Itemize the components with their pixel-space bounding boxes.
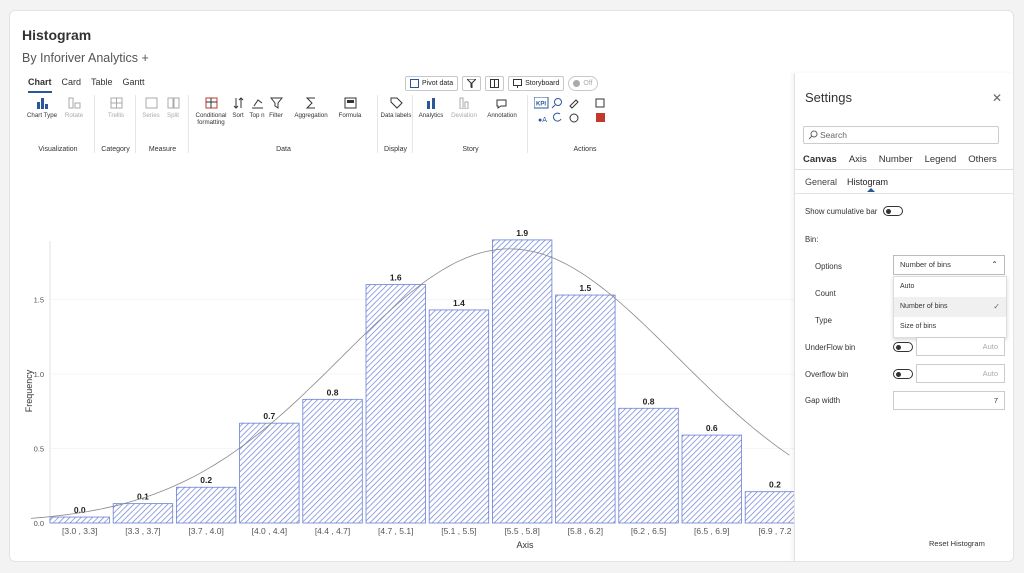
tab-others[interactable]: Others bbox=[968, 154, 997, 165]
y-tick-label: 1.0 bbox=[34, 370, 44, 379]
show-cumulative-toggle[interactable] bbox=[883, 206, 903, 216]
underflow-input[interactable]: Auto bbox=[916, 337, 1005, 356]
bar-data-label: 1.5 bbox=[579, 283, 591, 293]
x-tick-label: [4.7 , 5.1] bbox=[378, 526, 413, 536]
x-tick-label: [5.5 , 5.8] bbox=[504, 526, 539, 536]
settings-panel: Settings ✕ Search Canvas Axis Number Leg… bbox=[794, 73, 1013, 561]
histogram-bar[interactable] bbox=[49, 516, 110, 524]
options-label: Options bbox=[815, 262, 842, 271]
bar-data-label: 0.7 bbox=[263, 411, 275, 421]
tab-legend[interactable]: Legend bbox=[925, 154, 957, 165]
tab-axis[interactable]: Axis bbox=[849, 154, 867, 165]
divider bbox=[795, 193, 1013, 194]
bar-data-label: 1.4 bbox=[453, 298, 465, 308]
settings-tabs: Canvas Axis Number Legend Others bbox=[803, 154, 997, 165]
histogram-bar[interactable] bbox=[618, 407, 679, 524]
histogram-chart: 0.00.10.20.70.81.61.41.91.50.80.60.2 [3.… bbox=[24, 228, 794, 550]
overflow-input[interactable]: Auto bbox=[916, 364, 1005, 383]
histogram-bar[interactable] bbox=[428, 309, 490, 524]
x-tick-label: [6.2 , 6.5] bbox=[631, 526, 666, 536]
histogram-bar[interactable] bbox=[681, 434, 742, 524]
settings-title: Settings bbox=[805, 90, 852, 105]
underflow-toggle[interactable] bbox=[893, 342, 913, 352]
subtab-histogram[interactable]: Histogram bbox=[847, 177, 888, 187]
tab-number[interactable]: Number bbox=[879, 154, 913, 165]
bin-options-dropdown: Auto Number of bins ✓ Size of bins bbox=[893, 276, 1007, 338]
tab-canvas[interactable]: Canvas bbox=[803, 154, 837, 165]
reset-histogram-button[interactable]: Reset Histogram bbox=[929, 539, 985, 548]
x-tick-label: [5.1 , 5.5] bbox=[441, 526, 476, 536]
bar-data-label: 0.2 bbox=[200, 475, 212, 485]
type-label: Type bbox=[815, 316, 832, 325]
underflow-label: UnderFlow bin bbox=[805, 343, 856, 352]
histogram-bar[interactable] bbox=[302, 398, 363, 524]
bar-data-label: 0.8 bbox=[643, 396, 655, 406]
overflow-toggle[interactable] bbox=[893, 369, 913, 379]
bin-options-select[interactable]: Number of bins ⌃ bbox=[893, 255, 1005, 275]
x-tick-label: [3.0 , 3.3] bbox=[62, 526, 97, 536]
histogram-card: Histogram By Inforiver Analytics + Chart… bbox=[9, 10, 1014, 562]
histogram-bar[interactable] bbox=[491, 239, 553, 524]
histogram-bar[interactable] bbox=[175, 486, 237, 524]
divider bbox=[795, 169, 1013, 170]
close-icon[interactable]: ✕ bbox=[992, 91, 1002, 105]
histogram-bar[interactable] bbox=[555, 294, 616, 524]
option-auto[interactable]: Auto bbox=[894, 277, 1006, 297]
bar-data-label: 0.6 bbox=[706, 423, 718, 433]
x-tick-label: [3.3 , 3.7] bbox=[125, 526, 160, 536]
search-input[interactable]: Search bbox=[803, 126, 999, 144]
subtab-general[interactable]: General bbox=[805, 177, 837, 187]
histogram-bar[interactable] bbox=[112, 503, 174, 524]
chevron-up-icon: ⌃ bbox=[991, 260, 998, 269]
x-tick-label: [4.0 , 4.4] bbox=[252, 526, 287, 536]
y-tick-label: 0.5 bbox=[34, 445, 44, 454]
histogram-bar[interactable] bbox=[239, 422, 300, 524]
bar-data-label: 1.9 bbox=[516, 228, 528, 238]
active-subtab-indicator bbox=[867, 188, 875, 192]
settings-subtabs: General Histogram bbox=[805, 177, 888, 187]
y-axis-title: Frequency bbox=[24, 369, 34, 412]
count-label: Count bbox=[815, 289, 836, 298]
y-tick-label: 1.5 bbox=[34, 296, 44, 305]
x-tick-label: [5.8 , 6.2] bbox=[568, 526, 603, 536]
bin-label: Bin: bbox=[805, 235, 819, 244]
show-cumulative-label: Show cumulative bar bbox=[805, 207, 878, 216]
bar-data-label: 1.6 bbox=[390, 273, 402, 283]
x-tick-label: [6.5 , 6.9] bbox=[694, 526, 729, 536]
histogram-bar[interactable] bbox=[744, 491, 794, 524]
x-tick-label: [4.4 , 4.7] bbox=[315, 526, 350, 536]
check-icon: ✓ bbox=[993, 302, 1000, 311]
histogram-bar[interactable] bbox=[365, 284, 426, 524]
option-size-of-bins[interactable]: Size of bins bbox=[894, 317, 1006, 337]
x-tick-label: [6.9 , 7.2 bbox=[758, 526, 791, 536]
gap-width-input[interactable]: 7 bbox=[893, 391, 1005, 410]
x-axis-title: Axis bbox=[516, 540, 534, 550]
overflow-label: Overflow bin bbox=[805, 370, 849, 379]
x-tick-label: [3.7 , 4.0] bbox=[188, 526, 223, 536]
bar-data-label: 0.2 bbox=[769, 480, 781, 490]
bar-data-label: 0.8 bbox=[327, 387, 339, 397]
gap-width-label: Gap width bbox=[805, 396, 841, 405]
option-number-of-bins[interactable]: Number of bins ✓ bbox=[894, 297, 1006, 317]
search-icon bbox=[808, 130, 818, 140]
y-tick-label: 0.0 bbox=[34, 519, 44, 528]
